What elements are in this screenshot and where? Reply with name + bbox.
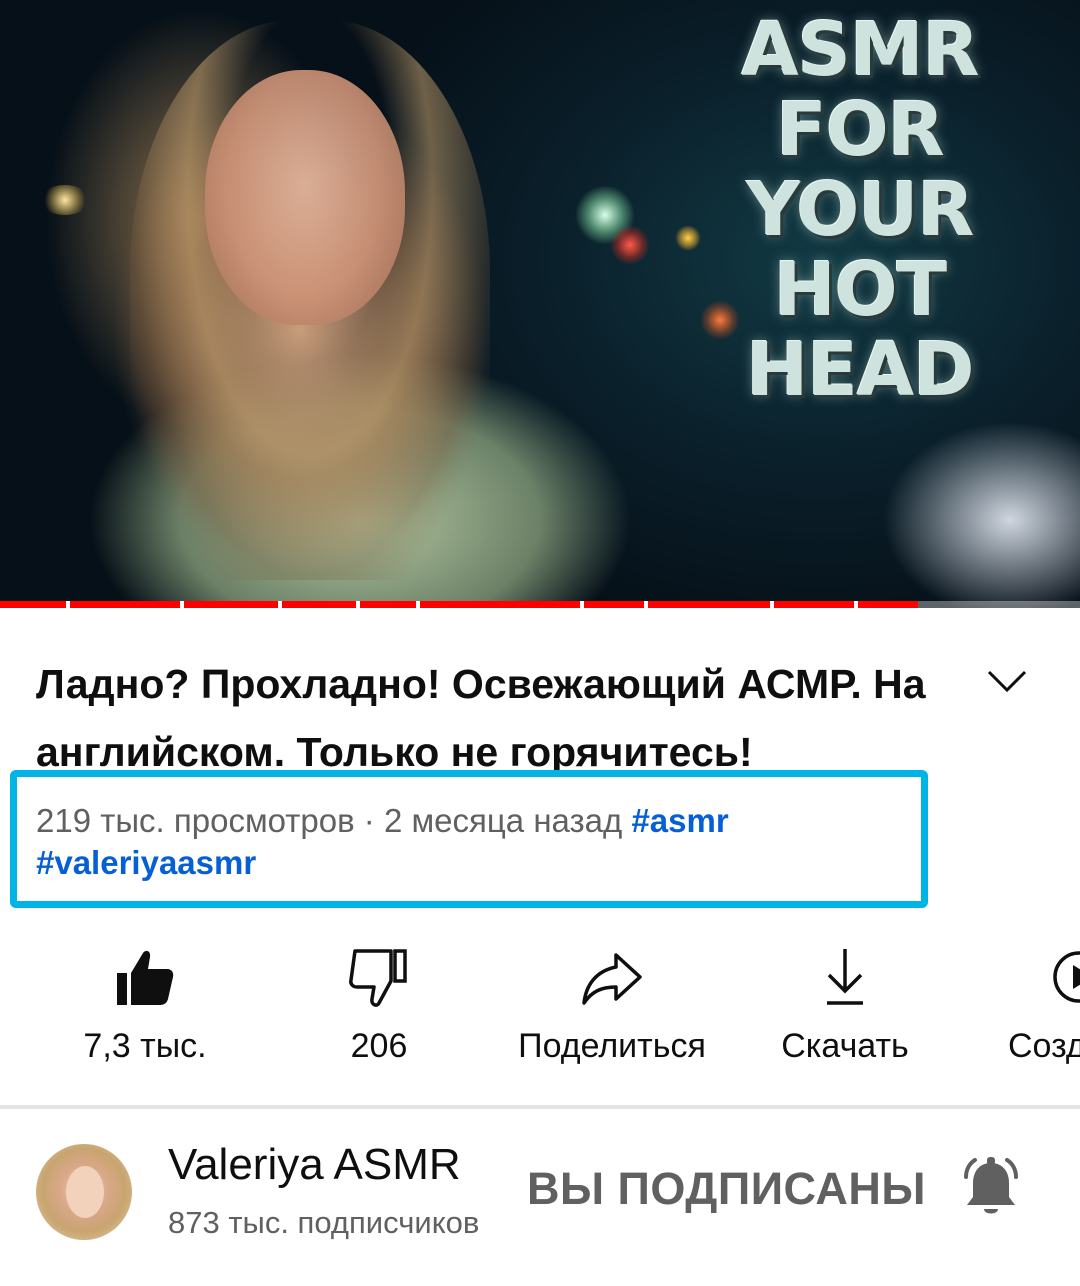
subscriber-count: 873 тыс. подписчиков bbox=[168, 1205, 480, 1240]
thumbnail-face bbox=[205, 70, 405, 325]
channel-name[interactable]: Valeriya ASMR bbox=[168, 1140, 461, 1190]
share-button[interactable]: Поделиться bbox=[492, 935, 732, 1085]
share-label: Поделиться bbox=[518, 1027, 706, 1065]
thumbnail-light bbox=[40, 185, 90, 215]
upload-age: 2 месяца назад bbox=[383, 802, 623, 839]
thumb-down-outline-icon bbox=[349, 949, 407, 1007]
thumbnail-light bbox=[610, 225, 650, 265]
avatar-face bbox=[66, 1166, 104, 1218]
create-clip-icon bbox=[1053, 951, 1080, 1003]
dislike-button[interactable]: 206 bbox=[259, 935, 499, 1085]
chapter-marker bbox=[770, 601, 774, 608]
chapter-marker bbox=[644, 601, 648, 608]
chapter-marker bbox=[854, 601, 858, 608]
create-label: Создать bbox=[1008, 1027, 1080, 1065]
download-icon bbox=[827, 949, 863, 1005]
chapter-marker bbox=[356, 601, 360, 608]
dislike-count: 206 bbox=[350, 1027, 408, 1065]
create-button[interactable]: Создать bbox=[1005, 935, 1080, 1085]
subscribed-button[interactable]: ВЫ ПОДПИСАНЫ bbox=[527, 1163, 926, 1215]
channel-avatar[interactable] bbox=[36, 1144, 132, 1240]
video-title[interactable]: Ладно? Прохладно! Освежающий АСМР. На ан… bbox=[36, 650, 936, 786]
notification-bell-icon bbox=[964, 1157, 1018, 1214]
chevron-down-icon bbox=[987, 670, 1027, 693]
view-count: 219 тыс. просмотров bbox=[36, 802, 355, 839]
hashtag-link[interactable]: #valeriyaasmr bbox=[36, 844, 256, 881]
thumbnail-title: ASMR FOR YOUR HOT HEAD bbox=[741, 7, 979, 413]
share-arrow-icon bbox=[582, 953, 642, 1005]
video-player[interactable]: ASMR FOR YOUR HOT HEAD bbox=[0, 0, 1080, 608]
thumb-up-filled-icon bbox=[117, 950, 174, 1005]
chapter-marker bbox=[278, 601, 282, 608]
chapter-marker bbox=[580, 601, 584, 608]
meta-separator: · bbox=[354, 802, 384, 839]
hashtag-link[interactable]: #asmr bbox=[631, 802, 728, 839]
chapter-marker bbox=[416, 601, 420, 608]
progress-played bbox=[0, 601, 918, 608]
section-divider bbox=[0, 1105, 1080, 1109]
download-button[interactable]: Скачать bbox=[725, 935, 965, 1085]
notification-bell-button[interactable] bbox=[958, 1155, 1024, 1225]
expand-description-button[interactable] bbox=[982, 660, 1032, 700]
like-count: 7,3 тыс. bbox=[83, 1027, 207, 1065]
chapter-marker bbox=[180, 601, 184, 608]
video-metadata: 219 тыс. просмотров · 2 месяца назад #as… bbox=[36, 800, 916, 884]
download-label: Скачать bbox=[781, 1027, 909, 1065]
chapter-marker bbox=[66, 601, 70, 608]
thumbnail-light bbox=[675, 225, 701, 251]
progress-bar[interactable] bbox=[0, 601, 1080, 608]
action-bar: 7,3 тыс. 206 Поделиться Скачать Создать bbox=[0, 935, 1080, 1085]
like-button[interactable]: 7,3 тыс. bbox=[25, 935, 265, 1085]
